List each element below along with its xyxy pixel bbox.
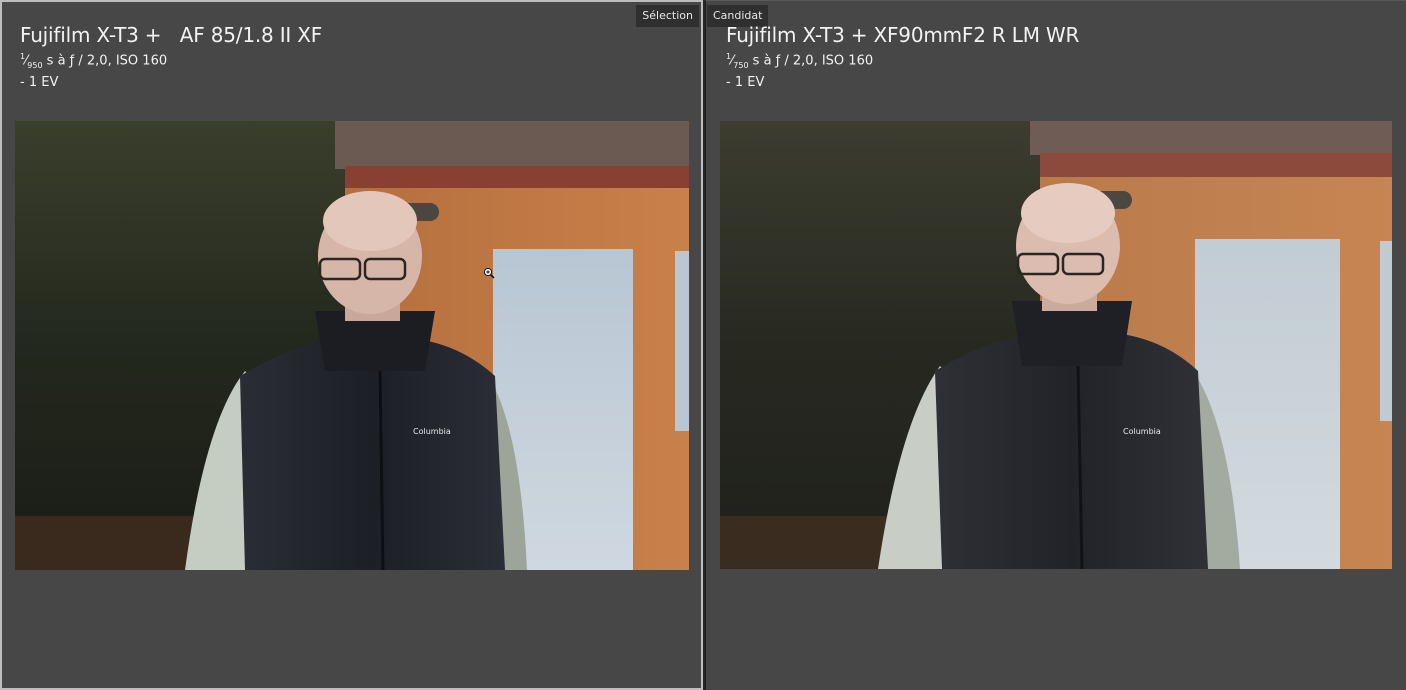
exposure-details: s à ƒ / 2,0, ISO 160 xyxy=(748,53,874,69)
shutter-denominator: 750 xyxy=(733,60,749,70)
camera-lens-title: Fujifilm X-T3 + XF90mmF2 R LM WR xyxy=(726,23,1080,47)
selection-photo[interactable]: Columbia xyxy=(15,121,689,570)
selection-badge: Sélection xyxy=(636,5,699,27)
shutter-numerator: 1 xyxy=(20,52,26,61)
jacket-logo: Columbia xyxy=(1123,427,1161,436)
portrait-photo: Columbia xyxy=(15,121,689,570)
camera-lens-title: Fujifilm X-T3 + AF 85/1.8 II XF xyxy=(20,23,323,47)
shutter-numerator: 1 xyxy=(726,52,732,61)
exposure-details: s à ƒ / 2,0, ISO 160 xyxy=(42,53,168,69)
exposure-compensation: - 1 EV xyxy=(726,74,765,90)
photo-metadata: Fujifilm X-T3 + XF90mmF2 R LM WR 1⁄750 s… xyxy=(726,22,1079,91)
zoom-in-cursor-icon xyxy=(483,267,495,279)
compare-view: Sélection Fujifilm X-T3 + AF 85/1.8 II X… xyxy=(0,0,1406,690)
portrait-photo: Columbia xyxy=(720,121,1392,569)
exposure-compensation: - 1 EV xyxy=(20,74,59,90)
candidate-pane[interactable]: Candidat Fujifilm X-T3 + XF90mmF2 R LM W… xyxy=(705,0,1406,690)
shutter-denominator: 950 xyxy=(27,60,43,70)
selection-pane[interactable]: Sélection Fujifilm X-T3 + AF 85/1.8 II X… xyxy=(0,0,703,690)
exposure-line: 1⁄950 s à ƒ / 2,0, ISO 160 xyxy=(20,52,168,70)
jacket-logo: Columbia xyxy=(413,427,451,436)
candidate-photo[interactable]: Columbia xyxy=(720,121,1392,569)
exposure-line: 1⁄750 s à ƒ / 2,0, ISO 160 xyxy=(726,52,874,70)
photo-metadata: Fujifilm X-T3 + AF 85/1.8 II XF 1⁄950 s … xyxy=(20,22,322,91)
